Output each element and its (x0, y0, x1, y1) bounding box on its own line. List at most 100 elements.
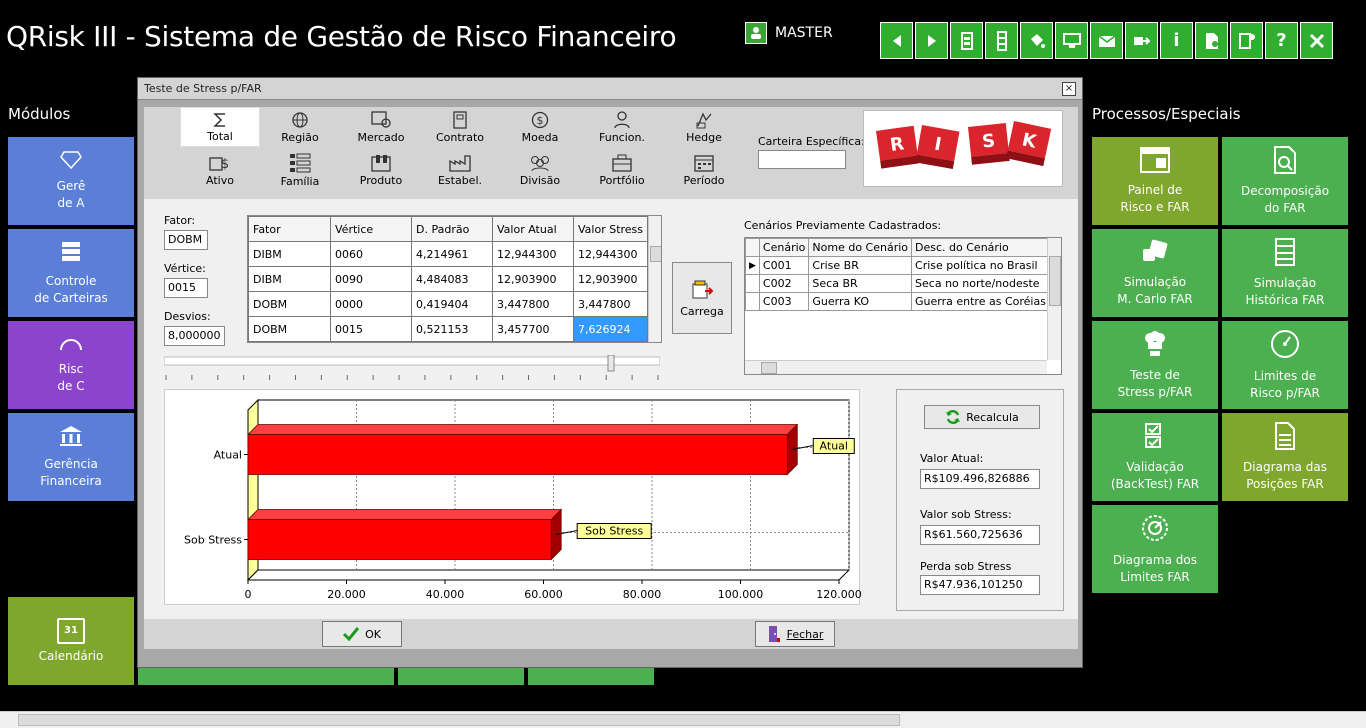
scenarios-hscroll-thumb[interactable] (761, 362, 777, 374)
export-icon[interactable] (1125, 22, 1158, 59)
table-row[interactable]: DOBM 0000 0,419404 3,447800 3,447800 (248, 291, 649, 317)
bottom-tab[interactable] (398, 668, 524, 685)
bottom-tab[interactable] (138, 668, 394, 685)
carrega-button[interactable]: Carrega (672, 262, 732, 334)
grid-header[interactable]: Cenário (758, 238, 810, 257)
fator-input[interactable]: DOBM (164, 230, 208, 250)
scenarios-vscroll[interactable] (1047, 238, 1061, 360)
grid-header[interactable]: Nome do Cenário (808, 238, 913, 257)
slider-thumb[interactable] (607, 355, 615, 372)
grid-cell[interactable]: C003 (758, 292, 810, 311)
dim-portfolio[interactable]: Portfólio (582, 150, 662, 190)
perda-field[interactable]: R$47.936,101250 (920, 575, 1040, 595)
dim-estabel[interactable]: Estabel. (420, 150, 500, 190)
close-icon[interactable] (1300, 22, 1333, 59)
dim-mercado[interactable]: Mercado (341, 107, 421, 147)
grid-cell[interactable]: Guerra KO (808, 292, 913, 311)
grid-cell[interactable]: 0,419404 (411, 291, 493, 317)
process-tile-simulacao-historica[interactable]: Simulação Histórica FAR (1222, 229, 1348, 317)
grid-cell[interactable]: DOBM (248, 316, 331, 342)
grid-header[interactable]: Vértice (330, 216, 412, 242)
grid-cell[interactable]: 0,521153 (411, 316, 493, 342)
valor-atual-field[interactable]: R$109.496,826886 (920, 469, 1040, 489)
grid-cell[interactable]: 3,447800 (572, 291, 649, 317)
grid-cell[interactable]: Crise política no Brasil (911, 256, 1061, 275)
module-tile-controle-carteiras[interactable]: Controle de Carteiras (8, 229, 134, 317)
level-icon[interactable] (950, 22, 983, 59)
dim-produto[interactable]: Produto (341, 150, 421, 190)
info-icon[interactable]: i (1160, 22, 1193, 59)
grid-cell[interactable]: Guerra entre as Coréias (911, 292, 1061, 311)
process-tile-simulacao-mcarlo[interactable]: Simulação M. Carlo FAR (1092, 229, 1218, 317)
window-hscroll-thumb[interactable] (18, 714, 900, 726)
dim-hedge[interactable]: Hedge (664, 107, 744, 147)
grid-cell[interactable]: DOBM (248, 291, 331, 317)
grid-cell[interactable]: Crise BR (808, 256, 913, 275)
help-icon[interactable]: ? (1265, 22, 1298, 59)
process-tile-teste-stress[interactable]: Teste de Stress p/FAR (1092, 321, 1218, 409)
grid-cell[interactable]: 4,214961 (411, 241, 493, 267)
grid-cell-selected[interactable]: 7,626924 (572, 316, 649, 342)
dim-funcion[interactable]: Funcion. (582, 107, 662, 147)
back-icon[interactable] (880, 22, 913, 59)
dialog-titlebar[interactable]: Teste de Stress p/FAR × (138, 78, 1082, 100)
module-tile-gerencia-ativos[interactable]: Gerê de A (8, 137, 134, 225)
grid-header[interactable]: Fator (248, 216, 331, 242)
table-row[interactable]: ▶ C001 Crise BR Crise política no Brasil (745, 256, 1061, 275)
column-icon[interactable] (985, 22, 1018, 59)
dim-regiao[interactable]: Região (260, 107, 340, 147)
grid-cell[interactable]: C002 (758, 274, 810, 293)
grid-cell[interactable]: 0090 (330, 266, 412, 292)
process-tile-validacao-backtest[interactable]: Validação (BackTest) FAR (1092, 413, 1218, 501)
grid-cell[interactable]: 3,447800 (492, 291, 574, 317)
module-tile-gerencia-financeira[interactable]: Gerência Financeira (8, 413, 134, 501)
table-row[interactable]: C002 Seca BR Seca no norte/nodeste (745, 274, 1061, 293)
window-hscroll[interactable] (0, 711, 1366, 728)
dim-moeda[interactable]: $ Moeda (500, 107, 580, 147)
dim-periodo[interactable]: Período (664, 150, 744, 190)
grid-cell[interactable]: 0000 (330, 291, 412, 317)
grid-cell[interactable]: 12,903900 (572, 266, 649, 292)
process-tile-decomposicao-far[interactable]: Decomposição do FAR (1222, 137, 1348, 225)
table-row[interactable]: DIBM 0090 4,484083 12,903900 12,903900 (248, 266, 649, 292)
grid-cell[interactable]: 12,944300 (572, 241, 649, 267)
recalcula-button[interactable]: Recalcula (924, 405, 1040, 429)
grid-cell[interactable]: Seca BR (808, 274, 913, 293)
process-tile-limites-risco[interactable]: Limites de Risco p/FAR (1222, 321, 1348, 409)
grid-scrollbar[interactable] (648, 216, 661, 342)
bottom-tab[interactable] (528, 668, 654, 685)
forward-icon[interactable] (915, 22, 948, 59)
desvios-input[interactable]: 8,000000 (164, 326, 225, 346)
grid-scrollbar-thumb[interactable] (650, 246, 661, 262)
mail-icon[interactable] (1090, 22, 1123, 59)
grid-cell[interactable]: C001 (758, 256, 810, 275)
dim-divisao[interactable]: Divisão (500, 150, 580, 190)
grid-header[interactable]: Valor Atual (492, 216, 574, 242)
grid-header[interactable]: Valor Stress (572, 216, 649, 242)
monitor-icon[interactable] (1055, 22, 1088, 59)
module-tile-risco[interactable]: Risc de C (8, 321, 134, 409)
valor-stress-field[interactable]: R$61.560,725636 (920, 525, 1040, 545)
table-row[interactable]: DIBM 0060 4,214961 12,944300 12,944300 (248, 241, 649, 267)
process-tile-diagrama-posicoes[interactable]: Diagrama das Posições FAR (1222, 413, 1348, 501)
doc-icon[interactable] (1195, 22, 1228, 59)
scenarios-hscroll[interactable] (745, 360, 1047, 374)
ok-button[interactable]: OK (322, 621, 402, 647)
dim-ativo[interactable]: $ Ativo (180, 150, 260, 190)
grid-cell[interactable]: 0060 (330, 241, 412, 267)
grid-cell[interactable]: 4,484083 (411, 266, 493, 292)
module-tile-calendario[interactable]: 31 Calendário (8, 597, 134, 685)
grid-cell[interactable]: 0015 (330, 316, 412, 342)
grid-cell[interactable]: 12,903900 (492, 266, 574, 292)
dim-contrato[interactable]: Contrato (420, 107, 500, 147)
table-row[interactable]: DOBM 0015 0,521153 3,457700 7,626924 (248, 316, 649, 342)
grid-cell[interactable]: DIBM (248, 241, 331, 267)
dim-total[interactable]: Total (180, 107, 260, 147)
desvios-slider[interactable] (164, 355, 660, 385)
table-row[interactable]: C003 Guerra KO Guerra entre as Coréias (745, 292, 1061, 311)
carteira-input[interactable] (758, 150, 846, 169)
dialog-close-icon[interactable]: × (1062, 81, 1076, 96)
scenarios-vscroll-thumb[interactable] (1049, 256, 1061, 306)
fechar-button[interactable]: Fechar (755, 621, 835, 647)
bucket-icon[interactable] (1020, 22, 1053, 59)
